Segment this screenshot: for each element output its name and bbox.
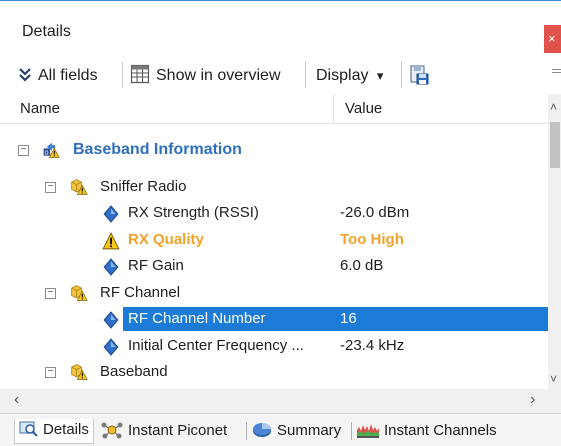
tree-label: RF Channel Number <box>128 310 266 327</box>
tree-row-baseband-information[interactable]: − 0 Baseband Information <box>0 137 548 163</box>
title-bar: Details × <box>0 0 561 56</box>
vertical-scroll-thumb[interactable] <box>550 122 560 168</box>
save-export-icon <box>410 65 429 85</box>
toolbar-separator <box>401 62 402 88</box>
collapse-toggle[interactable]: − <box>45 182 56 193</box>
magnifier-icon <box>19 421 38 437</box>
summary-pie-icon <box>253 423 271 437</box>
scroll-left-icon[interactable]: ‹ <box>14 391 19 409</box>
tree-label: RF Gain <box>128 257 184 274</box>
toolbar-separator <box>122 62 123 88</box>
tree-label: Baseband <box>100 363 168 380</box>
folder-warning-icon <box>71 179 88 195</box>
tree-row-rf-channel-number[interactable]: RF Channel Number 16 <box>0 306 548 332</box>
tab-instant-channels[interactable]: Instant Channels <box>356 420 497 442</box>
blue-diamond-icon <box>103 311 119 329</box>
tree-value: -23.4 kHz <box>340 337 405 354</box>
collapse-toggle[interactable]: − <box>18 145 29 156</box>
baseband-warning-icon: 0 <box>43 142 60 158</box>
tree-label: RX Quality <box>128 231 204 248</box>
export-button[interactable] <box>408 64 430 88</box>
column-value-header[interactable]: Value <box>345 100 382 117</box>
show-in-overview-label: Show in overview <box>156 67 281 84</box>
display-dropdown[interactable]: Display ▾ <box>316 64 383 88</box>
svg-text:0: 0 <box>44 149 48 157</box>
tree-row-rx-strength[interactable]: RX Strength (RSSI) -26.0 dBm <box>0 200 548 226</box>
collapse-toggle[interactable]: − <box>45 288 56 299</box>
warning-triangle-icon <box>102 232 120 250</box>
all-fields-label: All fields <box>38 67 98 84</box>
close-button[interactable]: × <box>544 25 561 53</box>
tree-value: Too High <box>340 231 404 248</box>
all-fields-button[interactable]: All fields <box>18 64 98 88</box>
tree-row-rx-quality[interactable]: RX Quality Too High <box>0 227 548 253</box>
toolbar: All fields Show in overview Display ▾ <box>0 56 561 94</box>
details-tree: − 0 Baseband Information − Sniffer Radio… <box>0 124 548 389</box>
toolbar-separator <box>305 62 306 88</box>
tab-instant-piconet[interactable]: Instant Piconet <box>100 420 227 442</box>
channels-icon <box>357 424 379 438</box>
blue-diamond-icon <box>103 205 119 223</box>
scroll-down-icon[interactable]: ˅ <box>550 372 557 386</box>
tree-value: 6.0 dB <box>340 257 384 274</box>
tree-row-baseband[interactable]: − Baseband <box>0 359 548 385</box>
tree-row-rf-channel[interactable]: − RF Channel <box>0 280 548 306</box>
tree-label: Sniffer Radio <box>100 178 187 195</box>
blue-diamond-icon <box>103 338 119 356</box>
scroll-corner <box>548 389 561 413</box>
tab-summary[interactable]: Summary <box>251 420 341 442</box>
column-divider[interactable] <box>333 94 334 124</box>
tree-value: 16 <box>340 310 357 327</box>
tab-separator <box>351 422 352 440</box>
collapse-toggle[interactable]: − <box>45 367 56 378</box>
tab-separator <box>246 422 247 440</box>
piconet-icon <box>101 422 123 439</box>
tree-label: Baseband Information <box>73 141 242 158</box>
blue-diamond-icon <box>103 258 119 276</box>
tab-summary-label: Summary <box>277 422 342 439</box>
show-in-overview-button[interactable]: Show in overview <box>130 64 281 88</box>
bottom-tab-bar: Details Instant Piconet Summary Instant … <box>0 413 561 446</box>
window-title: Details <box>22 23 71 40</box>
tree-label: RX Strength (RSSI) <box>128 204 259 221</box>
scroll-up-icon[interactable]: ˄ <box>550 100 557 114</box>
column-header: Name Value <box>0 94 548 124</box>
tab-details[interactable]: Details <box>14 419 94 444</box>
tree-row-rf-gain[interactable]: RF Gain 6.0 dB <box>0 253 548 279</box>
tab-details-label: Details <box>43 421 89 438</box>
table-icon <box>130 64 150 84</box>
tree-value: -26.0 dBm <box>340 204 410 221</box>
tab-instant-channels-label: Instant Channels <box>384 422 497 439</box>
tree-label: RF Channel <box>100 284 181 301</box>
scroll-right-icon[interactable]: › <box>530 391 535 409</box>
double-chevron-down-icon <box>19 68 31 82</box>
tree-label: Initial Center Frequency ... <box>128 337 304 354</box>
tab-instant-piconet-label: Instant Piconet <box>128 422 228 439</box>
tree-row-initial-center-frequency[interactable]: Initial Center Frequency ... -23.4 kHz <box>0 333 548 359</box>
display-label: Display <box>316 67 369 84</box>
horizontal-scrollbar[interactable]: ‹ › <box>0 389 548 413</box>
folder-warning-icon <box>71 364 88 380</box>
column-name-header[interactable]: Name <box>20 100 60 117</box>
folder-warning-icon <box>71 285 88 301</box>
chevron-down-icon: ▾ <box>376 68 384 83</box>
toolbar-overflow-grip[interactable] <box>552 56 561 94</box>
tree-row-sniffer-radio[interactable]: − Sniffer Radio <box>0 174 548 200</box>
